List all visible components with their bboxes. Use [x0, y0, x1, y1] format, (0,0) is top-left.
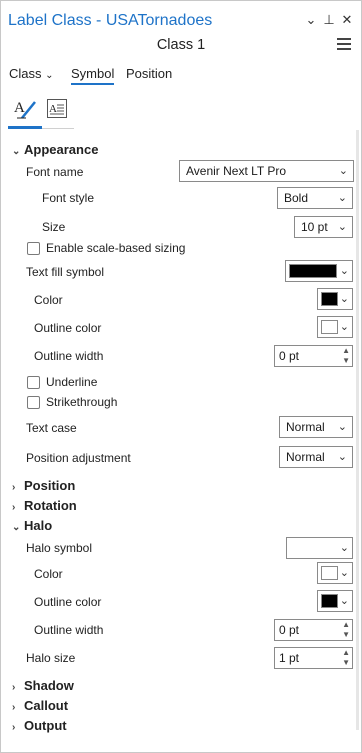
text-case-label: Text case [26, 421, 77, 435]
halo-outline-width-input[interactable]: 0 pt ▲ ▼ [274, 619, 353, 641]
class-name: Class 1 [156, 37, 206, 53]
chevron-right-icon: › [12, 682, 16, 693]
halo-outline-swatch [321, 594, 338, 608]
outline-width-label: Outline width [34, 349, 104, 363]
section-shadow[interactable]: › Shadow [12, 678, 74, 693]
tab-class[interactable]: Class ⌄ [9, 66, 54, 81]
outline-swatch [321, 320, 338, 334]
chevron-down-icon: ⌄ [337, 192, 347, 204]
color-swatch [321, 292, 338, 306]
chevron-right-icon: › [12, 482, 16, 493]
fill-swatch [289, 264, 337, 278]
strikethrough-label: Strikethrough [46, 395, 118, 409]
svg-text:A: A [49, 103, 57, 115]
text-fill-label: Text fill symbol [26, 265, 105, 279]
chevron-down-icon: ⌄ [12, 146, 21, 157]
underline-label: Underline [46, 375, 98, 389]
section-output[interactable]: › Output [12, 718, 67, 733]
tab-symbol[interactable]: Symbol [71, 66, 115, 85]
font-style-dropdown[interactable]: Bold ⌄ [277, 187, 353, 209]
halo-size-input[interactable]: 1 pt ▲ ▼ [274, 647, 353, 669]
section-callout[interactable]: › Callout [12, 698, 68, 713]
chevron-down-icon: ⌄ [12, 522, 21, 533]
pane-title: Label Class - USATornadoes [8, 12, 213, 29]
strikethrough-checkbox[interactable] [27, 396, 40, 409]
halo-outline-color-label: Outline color [34, 595, 102, 609]
halo-outline-width-label: Outline width [34, 623, 104, 637]
chevron-down-icon: ⌄ [339, 595, 349, 607]
color-picker[interactable]: ⌄ [317, 288, 353, 310]
color-label: Color [34, 293, 63, 307]
close-icon[interactable]: ✕ [340, 12, 354, 28]
subtab-active-indicator [8, 126, 42, 129]
scale-sizing-label: Enable scale-based sizing [46, 241, 186, 255]
halo-symbol-button[interactable]: ⌄ [286, 537, 353, 559]
size-label: Size [42, 220, 66, 234]
outline-width-input[interactable]: 0 pt ▲ ▼ [274, 345, 353, 367]
chevron-down-icon: ⌄ [337, 421, 347, 433]
spin-up-icon[interactable]: ▲ [342, 649, 350, 657]
halo-size-label: Halo size [26, 651, 76, 665]
chevron-down-icon: ⌄ [338, 165, 348, 177]
size-dropdown[interactable]: 10 pt ⌄ [294, 216, 353, 238]
halo-color-picker[interactable]: ⌄ [317, 562, 353, 584]
scale-sizing-checkbox[interactable] [27, 242, 40, 255]
pin-icon[interactable]: ⊥ [322, 12, 336, 28]
chevron-down-icon: ⌄ [337, 451, 347, 463]
outline-color-label: Outline color [34, 321, 102, 335]
text-case-dropdown[interactable]: Normal ⌄ [279, 416, 353, 438]
text-symbol-icon[interactable]: A [13, 97, 37, 121]
font-name-label: Font name [26, 165, 84, 179]
section-appearance[interactable]: ⌄ Appearance [12, 142, 98, 157]
font-style-label: Font style [42, 191, 95, 205]
spin-down-icon[interactable]: ▼ [342, 357, 350, 365]
halo-color-label: Color [34, 567, 63, 581]
halo-outline-color-picker[interactable]: ⌄ [317, 590, 353, 612]
chevron-right-icon: › [12, 702, 16, 713]
spin-up-icon[interactable]: ▲ [342, 621, 350, 629]
chevron-down-icon: ⌄ [339, 321, 349, 333]
svg-text:A: A [14, 100, 25, 116]
spin-down-icon[interactable]: ▼ [342, 659, 350, 667]
position-adjustment-label: Position adjustment [26, 451, 131, 465]
chevron-down-icon: ⌄ [339, 265, 349, 277]
position-adjustment-dropdown[interactable]: Normal ⌄ [279, 446, 353, 468]
scrollbar[interactable] [356, 130, 359, 730]
chevron-down-icon[interactable]: ⌄ [304, 12, 318, 28]
menu-icon[interactable] [337, 38, 351, 50]
halo-symbol-label: Halo symbol [26, 541, 93, 555]
outline-color-picker[interactable]: ⌄ [317, 316, 353, 338]
font-name-dropdown[interactable]: Avenir Next LT Pro ⌄ [179, 160, 354, 182]
tab-position[interactable]: Position [126, 66, 172, 81]
chevron-right-icon: › [12, 722, 16, 733]
section-rotation[interactable]: › Rotation [12, 498, 77, 513]
text-fill-symbol-button[interactable]: ⌄ [285, 260, 353, 282]
spin-down-icon[interactable]: ▼ [342, 631, 350, 639]
chevron-right-icon: › [12, 502, 16, 513]
halo-color-swatch [321, 566, 338, 580]
chevron-down-icon: ⌄ [339, 567, 349, 579]
underline-checkbox[interactable] [27, 376, 40, 389]
spin-up-icon[interactable]: ▲ [342, 347, 350, 355]
chevron-down-icon: ⌄ [339, 293, 349, 305]
chevron-down-icon: ⌄ [337, 221, 347, 233]
chevron-down-icon: ⌄ [339, 542, 349, 554]
text-formatting-icon[interactable]: A [46, 98, 68, 120]
section-position[interactable]: › Position [12, 478, 75, 493]
section-halo[interactable]: ⌄ Halo [12, 518, 52, 533]
